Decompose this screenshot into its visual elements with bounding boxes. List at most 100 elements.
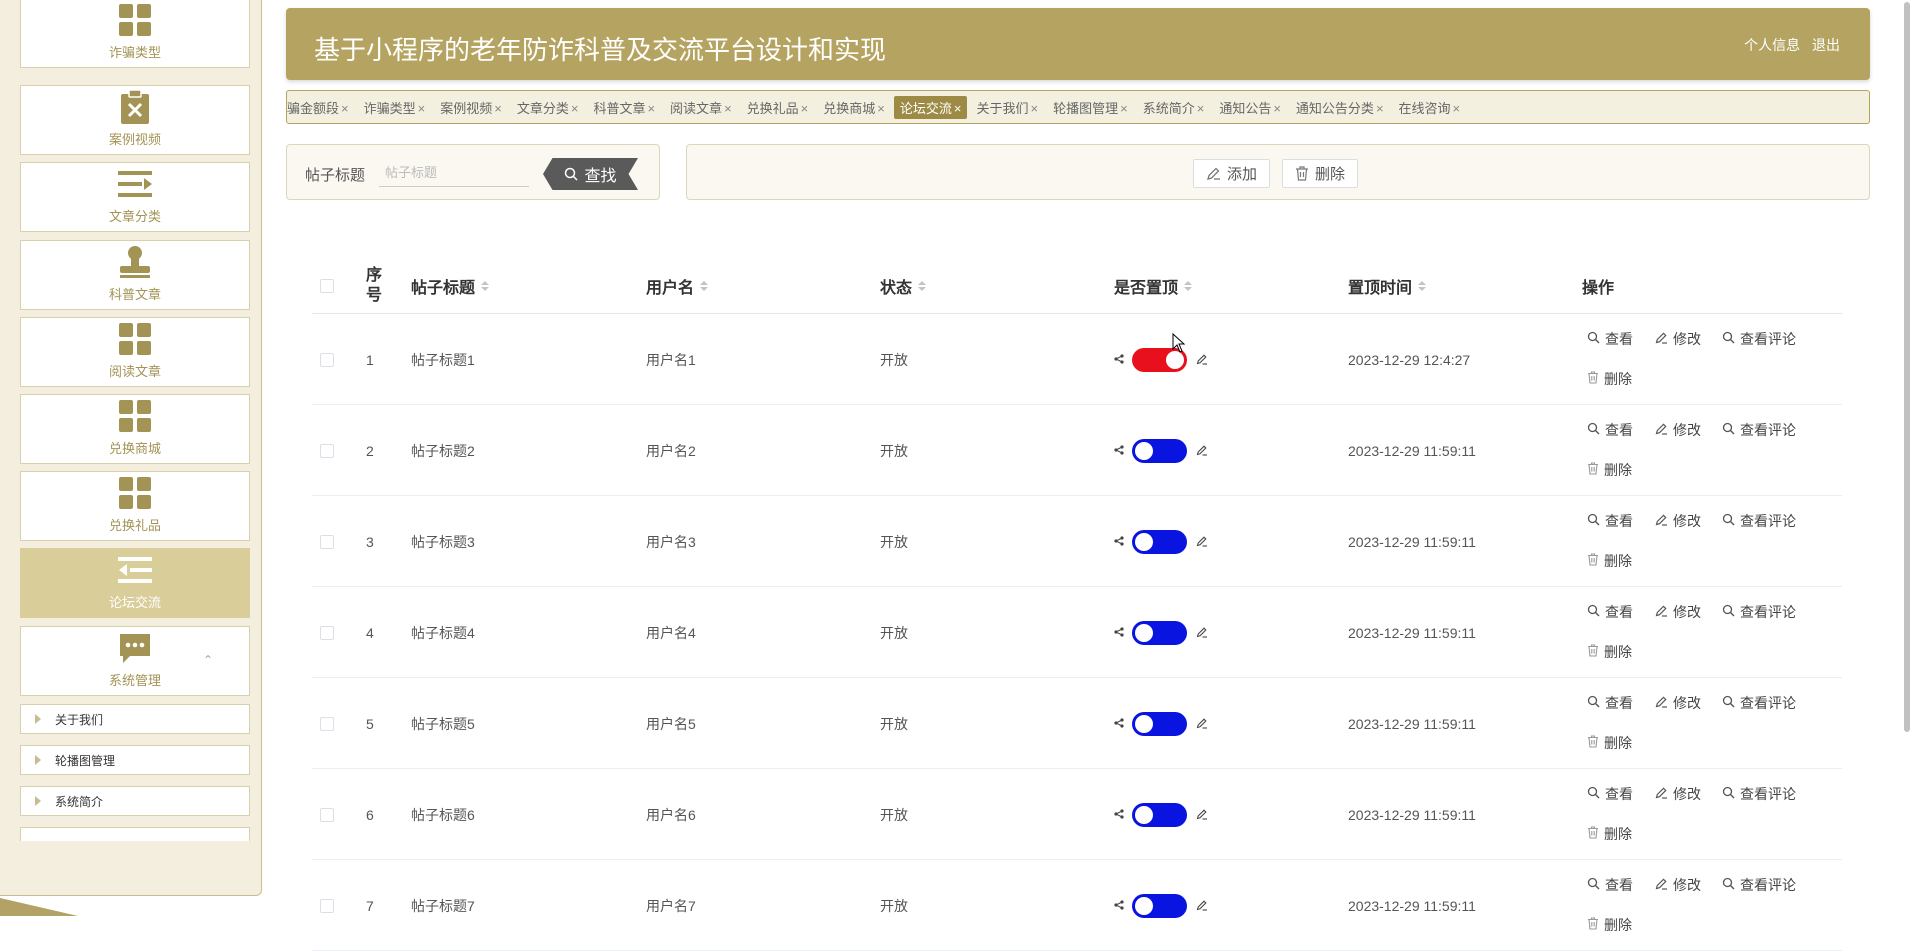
tab-item[interactable]: 论坛交流 × [893, 95, 968, 119]
share-icon[interactable] [1114, 807, 1124, 822]
tab-item[interactable]: 通知公告 × [1213, 96, 1287, 119]
edit-button[interactable]: 修改 [1655, 420, 1701, 440]
tab-item[interactable]: 系统简介 × [1137, 96, 1211, 119]
pinned-toggle[interactable] [1132, 529, 1187, 554]
close-icon[interactable]: × [571, 101, 579, 116]
view-comments-button[interactable]: 查看评论 [1722, 602, 1796, 622]
row-delete-button[interactable]: 删除 [1587, 551, 1632, 571]
edit-button[interactable]: 修改 [1655, 329, 1701, 349]
edit-icon[interactable] [1196, 534, 1208, 550]
view-comments-button[interactable]: 查看评论 [1722, 784, 1796, 804]
close-icon[interactable]: × [1453, 101, 1461, 116]
edit-button[interactable]: 修改 [1655, 784, 1701, 804]
row-delete-button[interactable]: 删除 [1587, 915, 1632, 935]
search-button[interactable]: 查找 [543, 158, 638, 190]
sidebar-subitem-carousel[interactable]: 轮播图管理 [20, 745, 250, 775]
sidebar-item-case-videos[interactable]: 案例视频 [20, 85, 250, 155]
sidebar-subitem-about-us[interactable]: 关于我们 [20, 704, 250, 734]
sidebar-item-reading-articles[interactable]: 阅读文章 [20, 317, 250, 387]
sidebar-item-exchange-gifts[interactable]: 兑换礼品 [20, 471, 250, 541]
sidebar-subitem-system-intro[interactable]: 系统简介 [20, 786, 250, 816]
tab-item[interactable]: 诈骗类型 × [358, 96, 432, 119]
row-delete-button[interactable]: 删除 [1587, 460, 1632, 480]
view-button[interactable]: 查看 [1587, 602, 1633, 622]
view-comments-button[interactable]: 查看评论 [1722, 420, 1796, 440]
edit-icon[interactable] [1196, 716, 1208, 732]
sidebar-item-exchange-mall[interactable]: 兑换商城 [20, 394, 250, 464]
row-checkbox[interactable] [320, 443, 334, 458]
scrollbar-thumb[interactable] [1904, 2, 1910, 732]
view-comments-button[interactable]: 查看评论 [1722, 693, 1796, 713]
tab-item[interactable]: 兑换礼品 × [741, 96, 815, 119]
share-icon[interactable] [1114, 534, 1124, 549]
sidebar-item-fraud-types[interactable]: 诈骗类型 [20, 0, 250, 68]
close-icon[interactable]: × [418, 101, 426, 116]
row-checkbox[interactable] [320, 625, 334, 640]
close-icon[interactable]: × [1031, 101, 1039, 116]
close-icon[interactable]: × [341, 101, 349, 116]
page-scrollbar[interactable] [1902, 0, 1912, 916]
share-icon[interactable] [1114, 625, 1124, 640]
close-icon[interactable]: × [801, 101, 809, 116]
row-delete-button[interactable]: 删除 [1587, 642, 1632, 662]
header-title[interactable]: 帖子标题 [411, 258, 490, 314]
edit-button[interactable]: 修改 [1655, 693, 1701, 713]
header-username[interactable]: 用户名 [646, 258, 709, 314]
search-input[interactable] [379, 159, 529, 187]
sidebar-item-forum[interactable]: 论坛交流 [20, 548, 250, 618]
row-delete-button[interactable]: 删除 [1587, 733, 1632, 753]
tab-item[interactable]: 案例视频 × [434, 96, 508, 119]
share-icon[interactable] [1114, 898, 1124, 913]
edit-icon[interactable] [1196, 625, 1208, 641]
tab-item[interactable]: 轮播图管理 × [1047, 96, 1134, 119]
row-delete-button[interactable]: 删除 [1587, 369, 1632, 389]
profile-link[interactable]: 个人信息 [1744, 37, 1800, 53]
header-pinned[interactable]: 是否置顶 [1114, 258, 1193, 314]
view-button[interactable]: 查看 [1587, 693, 1633, 713]
edit-button[interactable]: 修改 [1655, 602, 1701, 622]
header-pinned-time[interactable]: 置顶时间 [1348, 258, 1427, 314]
pinned-toggle[interactable] [1132, 802, 1187, 827]
tab-item[interactable]: 文章分类 × [511, 96, 585, 119]
close-icon[interactable]: × [1197, 101, 1205, 116]
close-icon[interactable]: × [1376, 101, 1384, 116]
tab-item[interactable]: 骗金额段 × [287, 96, 355, 119]
view-comments-button[interactable]: 查看评论 [1722, 329, 1796, 349]
view-comments-button[interactable]: 查看评论 [1722, 875, 1796, 895]
view-button[interactable]: 查看 [1587, 875, 1633, 895]
share-icon[interactable] [1114, 443, 1124, 458]
pinned-toggle[interactable] [1132, 711, 1187, 736]
logout-link[interactable]: 退出 [1812, 37, 1840, 53]
row-checkbox[interactable] [320, 352, 334, 367]
row-checkbox[interactable] [320, 716, 334, 731]
view-button[interactable]: 查看 [1587, 329, 1633, 349]
delete-button[interactable]: 删除 [1282, 159, 1359, 188]
close-icon[interactable]: × [1120, 101, 1128, 116]
pinned-toggle[interactable] [1132, 893, 1187, 918]
tab-item[interactable]: 阅读文章 × [664, 96, 738, 119]
pinned-toggle[interactable] [1132, 438, 1187, 463]
tab-item[interactable]: 关于我们 × [970, 96, 1044, 119]
view-button[interactable]: 查看 [1587, 420, 1633, 440]
share-icon[interactable] [1114, 352, 1124, 367]
edit-button[interactable]: 修改 [1655, 875, 1701, 895]
edit-icon[interactable] [1196, 898, 1208, 914]
sidebar-subitem-partial[interactable] [20, 827, 250, 841]
close-icon[interactable]: × [1273, 101, 1281, 116]
sidebar-item-article-categories[interactable]: 文章分类 [20, 162, 250, 232]
share-icon[interactable] [1114, 716, 1124, 731]
edit-icon[interactable] [1196, 807, 1208, 823]
edit-icon[interactable] [1196, 443, 1208, 459]
row-checkbox[interactable] [320, 534, 334, 549]
close-icon[interactable]: × [494, 101, 502, 116]
edit-icon[interactable] [1196, 352, 1208, 368]
tab-item[interactable]: 在线咨询 × [1393, 96, 1467, 119]
close-icon[interactable]: × [647, 101, 655, 116]
view-button[interactable]: 查看 [1587, 784, 1633, 804]
header-status[interactable]: 状态 [880, 258, 927, 314]
select-all-checkbox[interactable] [320, 279, 334, 293]
close-icon[interactable]: × [877, 101, 885, 116]
close-icon[interactable]: × [724, 101, 732, 116]
row-delete-button[interactable]: 删除 [1587, 824, 1632, 844]
sidebar-item-system-management[interactable]: 系统管理 ⌃ [20, 626, 250, 696]
